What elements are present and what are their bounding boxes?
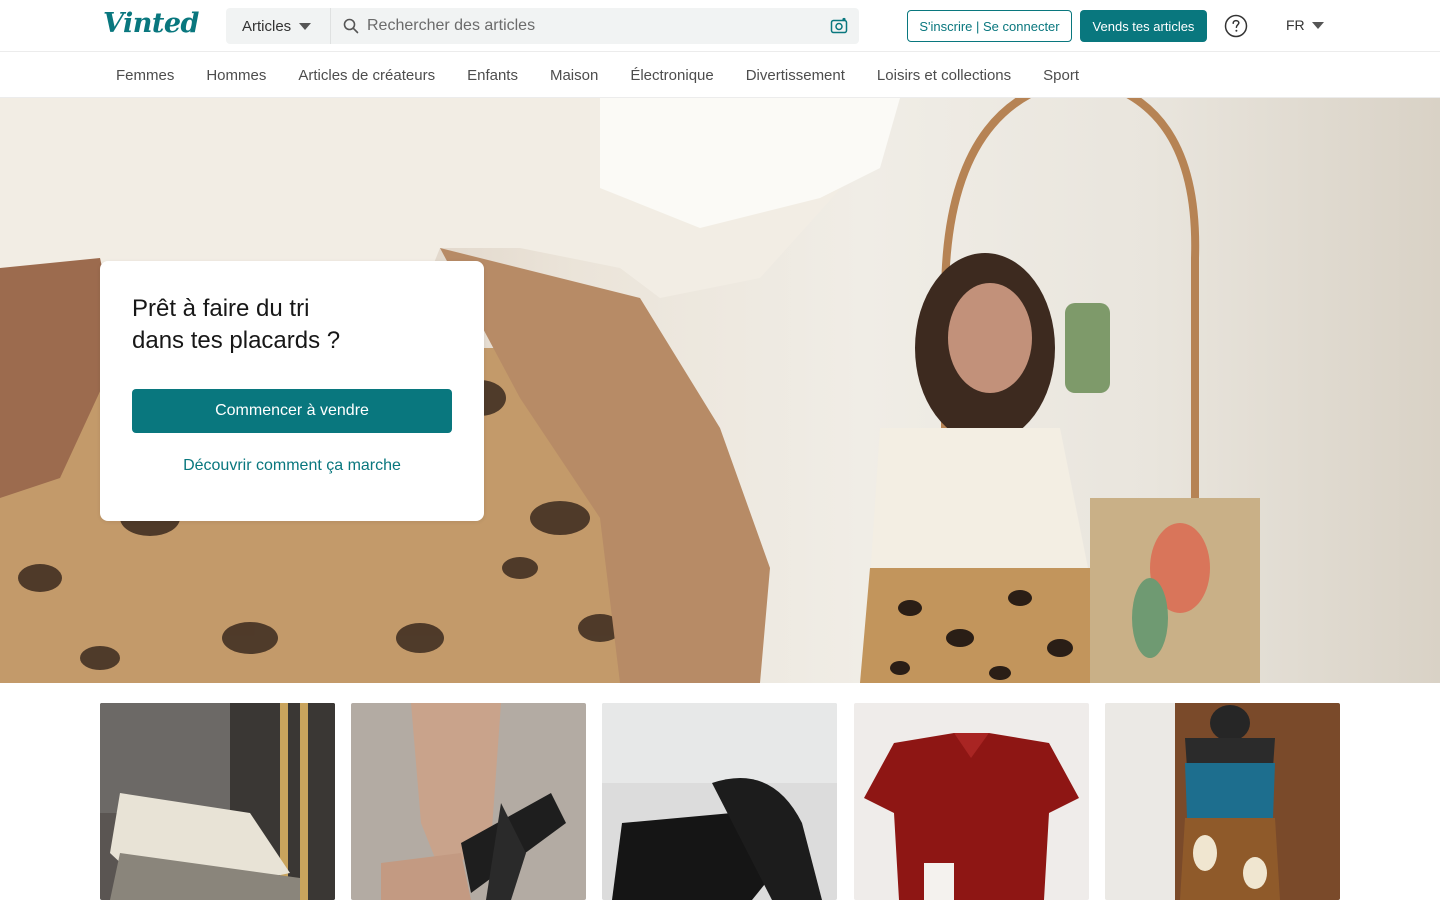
hero-banner: Prêt à faire du tri dans tes placards ? … xyxy=(0,98,1440,683)
language-selector[interactable]: FR xyxy=(1286,17,1324,33)
item-grid xyxy=(100,703,1340,900)
nav-item-electronique[interactable]: Électronique xyxy=(614,67,729,84)
search-category-dropdown[interactable]: Articles xyxy=(226,8,331,44)
language-label: FR xyxy=(1286,17,1305,33)
item-card-sandals[interactable] xyxy=(351,703,586,900)
search-category-label: Articles xyxy=(242,17,292,35)
search-bar: Articles xyxy=(226,8,859,44)
nav-item-sport[interactable]: Sport xyxy=(1027,67,1095,84)
item-image xyxy=(1105,703,1340,900)
nav-item-femmes[interactable]: Femmes xyxy=(100,67,190,84)
item-card-sneakers[interactable] xyxy=(100,703,335,900)
item-card-blue-bustier-top[interactable] xyxy=(1105,703,1340,900)
nav-item-hommes[interactable]: Hommes xyxy=(190,67,282,84)
search-field xyxy=(331,8,859,44)
camera-icon[interactable] xyxy=(830,17,848,35)
nav-item-maison[interactable]: Maison xyxy=(534,67,614,84)
signup-login-button[interactable]: S'inscrire | Se connecter xyxy=(907,10,1072,42)
promo-title: Prêt à faire du tri dans tes placards ? xyxy=(132,293,452,357)
search-icon xyxy=(343,18,359,34)
nav-item-enfants[interactable]: Enfants xyxy=(451,67,534,84)
chevron-down-icon xyxy=(1311,21,1324,29)
item-image xyxy=(602,703,837,900)
sell-promo-card: Prêt à faire du tri dans tes placards ? … xyxy=(100,261,484,521)
top-header: Vinted Articles S'inscrire | Se connecte… xyxy=(0,0,1440,52)
nav-item-loisirs[interactable]: Loisirs et collections xyxy=(861,67,1027,84)
sell-items-button[interactable]: Vends tes articles xyxy=(1080,10,1207,42)
item-card-slingback-shoes[interactable] xyxy=(602,703,837,900)
how-it-works-link[interactable]: Découvrir comment ça marche xyxy=(132,457,452,475)
promo-title-line2: dans tes placards ? xyxy=(132,327,341,354)
help-icon[interactable] xyxy=(1224,14,1248,38)
nav-item-designer[interactable]: Articles de créateurs xyxy=(282,67,451,84)
chevron-down-icon xyxy=(299,22,312,30)
item-image xyxy=(854,703,1089,900)
promo-title-line1: Prêt à faire du tri xyxy=(132,295,310,322)
category-nav: Femmes Hommes Articles de créateurs Enfa… xyxy=(0,53,1440,98)
item-image xyxy=(100,703,335,900)
vinted-logo[interactable]: Vinted xyxy=(103,8,199,39)
start-selling-button[interactable]: Commencer à vendre xyxy=(132,389,452,433)
nav-item-divertissement[interactable]: Divertissement xyxy=(730,67,861,84)
search-input[interactable] xyxy=(367,17,827,35)
item-image xyxy=(351,703,586,900)
item-card-red-shirt[interactable] xyxy=(854,703,1089,900)
